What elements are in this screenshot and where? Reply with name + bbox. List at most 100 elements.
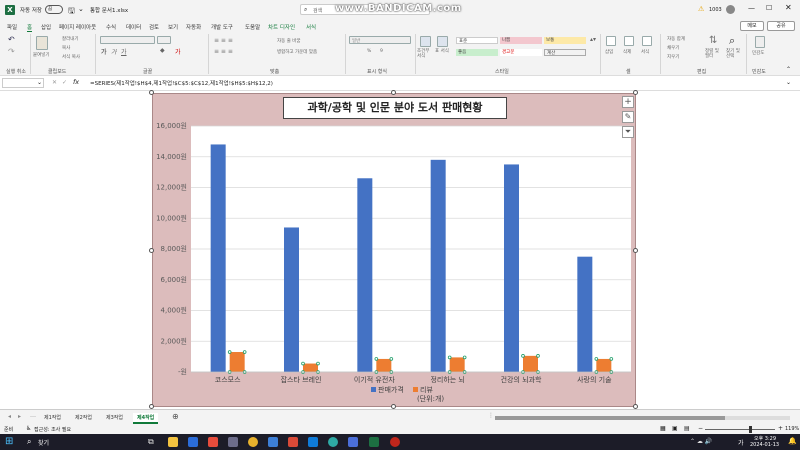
app-icon-7[interactable] bbox=[348, 437, 358, 447]
minimize-icon[interactable]: — bbox=[748, 4, 755, 12]
next-sheet-icon[interactable]: ▸ bbox=[18, 413, 21, 420]
styles-scroll-icon[interactable]: ▴▾ bbox=[590, 36, 596, 43]
tab-format[interactable]: 서식 bbox=[306, 23, 316, 31]
sheet-tab-2[interactable]: 제2작업 bbox=[71, 413, 96, 424]
redo-icon[interactable]: ↷ bbox=[8, 47, 15, 56]
sheet-tab-4-active[interactable]: 제4작업 bbox=[133, 413, 159, 424]
wrap-text-button[interactable]: 자동 줄 바꿈 bbox=[277, 38, 301, 44]
windows-start-icon[interactable]: ⊞ bbox=[5, 436, 13, 447]
tab-review[interactable]: 검토 bbox=[149, 23, 159, 31]
style-calculation[interactable]: 계산 bbox=[544, 49, 586, 56]
app-icon-1[interactable] bbox=[188, 437, 198, 447]
resize-handle-tm[interactable] bbox=[391, 90, 396, 95]
conditional-format-label[interactable]: 조건부 서식 bbox=[417, 49, 433, 59]
tab-data[interactable]: 데이터 bbox=[126, 23, 141, 31]
fill-color-icon[interactable]: ◆ bbox=[160, 47, 165, 54]
tab-file[interactable]: 파일 bbox=[7, 23, 17, 31]
tab-view[interactable]: 보기 bbox=[168, 23, 178, 31]
delete-cells-icon[interactable] bbox=[624, 36, 634, 46]
fx-label[interactable]: fx bbox=[73, 78, 79, 86]
bar-chart[interactable]: -원 2,000원 4,000원 6,000원 8,000원 10,000원 12,000원… bbox=[153, 94, 637, 408]
app-icon-5[interactable] bbox=[288, 437, 298, 447]
accessibility-icon[interactable]: ♿ bbox=[26, 425, 31, 432]
save-icon[interactable]: 🖫 bbox=[68, 5, 75, 19]
chrome-icon[interactable] bbox=[248, 437, 258, 447]
share-button[interactable]: 공유 bbox=[767, 21, 795, 31]
style-normal[interactable]: 표준 bbox=[456, 37, 498, 44]
ime-indicator[interactable]: 가 bbox=[738, 438, 744, 447]
resize-handle-ml[interactable] bbox=[149, 248, 154, 253]
app-icon-3[interactable] bbox=[228, 437, 238, 447]
tab-chart-design[interactable]: 차트 디자인 bbox=[268, 23, 295, 31]
close-icon[interactable]: ✕ bbox=[785, 3, 792, 12]
chart-styles-button[interactable]: ✎ bbox=[622, 111, 634, 123]
resize-handle-mr[interactable] bbox=[633, 248, 638, 253]
number-format-box[interactable]: 일반 bbox=[349, 36, 411, 44]
cancel-icon[interactable]: ✕ bbox=[52, 79, 57, 86]
notification-icon[interactable]: 🔔 bbox=[788, 437, 797, 445]
formula-input[interactable]: =SERIES(제1작업!$H$4,제1작업!$C$5:$C$12,제1작업!$… bbox=[90, 79, 273, 87]
autosum-button[interactable]: 자동 합계 bbox=[667, 36, 685, 42]
underline-icon[interactable]: 가 bbox=[121, 47, 127, 56]
prev-sheet-icon[interactable]: ◂ bbox=[8, 413, 11, 420]
task-view-icon[interactable]: ⧉ bbox=[148, 437, 154, 447]
fill-button[interactable]: 채우기 bbox=[667, 45, 679, 51]
resize-handle-tl[interactable] bbox=[149, 90, 154, 95]
app-icon-2[interactable] bbox=[208, 437, 218, 447]
paste-icon[interactable] bbox=[36, 36, 48, 50]
font-color-icon[interactable]: 가 bbox=[175, 47, 181, 56]
sort-filter-label[interactable]: 정렬 및 필터 bbox=[705, 49, 723, 59]
clock-time[interactable]: 오후 3:29 bbox=[754, 435, 776, 442]
italic-icon[interactable]: 가 bbox=[111, 47, 117, 56]
font-name-box[interactable] bbox=[100, 36, 155, 44]
name-box[interactable]: ⌄ bbox=[2, 78, 44, 88]
view-layout-icon[interactable]: ▣ bbox=[672, 425, 678, 432]
cut-button[interactable]: 잘라내기 bbox=[62, 36, 79, 42]
table-format-icon[interactable] bbox=[437, 36, 448, 47]
format-cells-label[interactable]: 서식 bbox=[641, 49, 649, 55]
zoom-out-icon[interactable]: − bbox=[698, 425, 703, 432]
tray-icons[interactable]: ⌃ ☁ 🔊 bbox=[690, 438, 712, 445]
resize-handle-tr[interactable] bbox=[633, 90, 638, 95]
bold-icon[interactable]: 가 bbox=[101, 47, 107, 56]
tab-insert[interactable]: 삽입 bbox=[41, 23, 51, 31]
autosave-toggle[interactable]: 끔 bbox=[45, 5, 63, 14]
align-icons[interactable]: ≡ ≡ ≡ bbox=[214, 37, 233, 44]
tab-home[interactable]: 홈 bbox=[27, 23, 33, 32]
enter-icon[interactable]: ✓ bbox=[62, 79, 67, 86]
zoom-slider-thumb[interactable] bbox=[749, 426, 752, 433]
sensitivity-icon[interactable] bbox=[755, 36, 765, 48]
sheet-tab-1[interactable]: 제1작업 bbox=[40, 413, 65, 424]
copy-button[interactable]: 복사 bbox=[62, 45, 70, 51]
chart-elements-button[interactable]: + bbox=[622, 96, 634, 108]
chart-filters-button[interactable]: ⏷ bbox=[622, 126, 634, 138]
bandicam-icon[interactable] bbox=[390, 437, 400, 447]
format-painter-button[interactable]: 서식 복사 bbox=[62, 54, 80, 60]
sort-filter-icon[interactable]: ⇅ bbox=[709, 35, 717, 46]
horizontal-scrollbar[interactable] bbox=[495, 416, 790, 420]
view-normal-icon[interactable]: ▦ bbox=[660, 425, 666, 432]
percent-button[interactable]: % bbox=[367, 49, 371, 54]
accessibility-status[interactable]: 접근성: 조사 필요 bbox=[34, 426, 71, 433]
sensitivity-label[interactable]: 민감도 bbox=[752, 50, 764, 56]
sheet-tab-3[interactable]: 제3작업 bbox=[102, 413, 127, 424]
comma-button[interactable]: 9 bbox=[380, 49, 383, 54]
table-format-label[interactable]: 표 서식 bbox=[435, 49, 449, 54]
format-cells-icon[interactable] bbox=[642, 36, 652, 46]
undo-icon[interactable]: ↶ bbox=[8, 35, 15, 44]
scroll-thumb[interactable] bbox=[495, 416, 725, 420]
style-good[interactable]: 좋음 bbox=[456, 49, 498, 56]
zoom-level[interactable]: 119% bbox=[785, 426, 799, 432]
clear-button[interactable]: 지우기 bbox=[667, 54, 679, 60]
tab-help[interactable]: 도움말 bbox=[245, 23, 260, 31]
zoom-slider[interactable] bbox=[705, 426, 775, 433]
tab-developer[interactable]: 개발 도구 bbox=[211, 23, 233, 31]
tab-automate[interactable]: 자동화 bbox=[186, 23, 201, 31]
style-warning[interactable]: 경고문 bbox=[500, 49, 542, 56]
find-select-label[interactable]: 찾기 및 선택 bbox=[726, 49, 742, 59]
taskbar-search-icon[interactable]: ⌕ bbox=[27, 437, 31, 447]
collapse-ribbon-icon[interactable]: ⌃ bbox=[786, 66, 791, 73]
conditional-format-icon[interactable] bbox=[420, 36, 431, 47]
delete-cells-label[interactable]: 삭제 bbox=[623, 49, 631, 55]
insert-cells-icon[interactable] bbox=[606, 36, 616, 46]
